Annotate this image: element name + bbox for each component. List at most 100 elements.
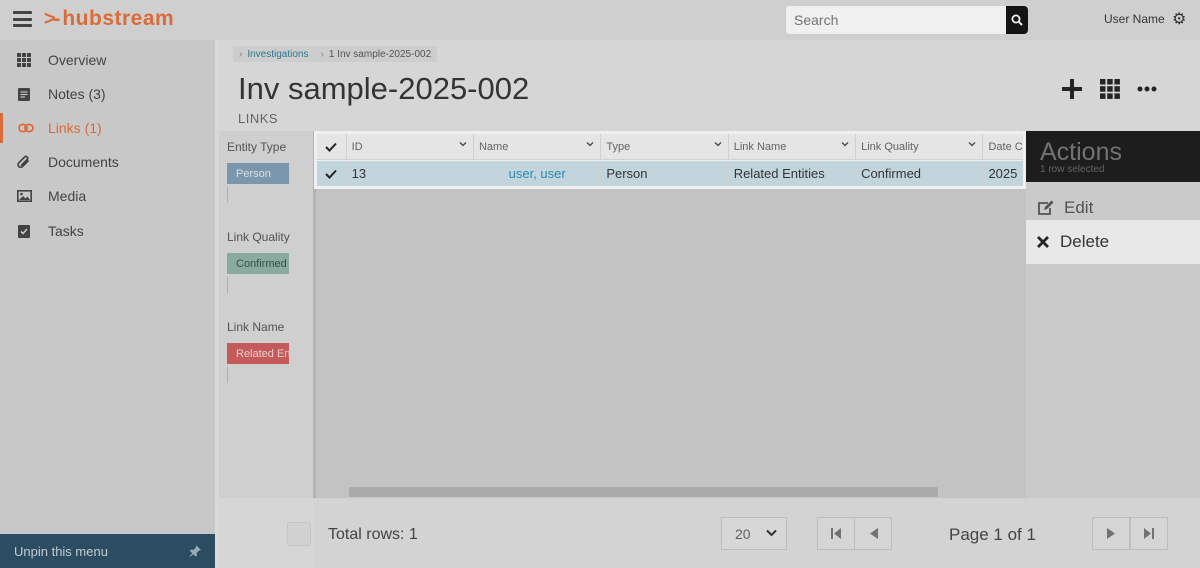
- chevron-down-icon: [586, 142, 594, 147]
- image-icon: [16, 190, 32, 202]
- sidebar-item-tasks[interactable]: Tasks: [0, 216, 215, 246]
- cell-name: user, user: [474, 161, 602, 186]
- grid-header-row: ID Name Type Link Name Link Quality Date…: [317, 134, 1023, 160]
- sidebar-item-label: Media: [48, 188, 87, 204]
- page-indicator: Page 1 of 1: [949, 525, 1036, 544]
- top-bar: >- hubstream User Name ⚙: [0, 0, 1200, 40]
- sidebar: Overview Notes (3) Links (1) Documents M…: [0, 40, 215, 568]
- cell-date: 2025: [988, 166, 1018, 181]
- grid-icon: [17, 53, 31, 67]
- filter-title-entity-type: Entity Type: [227, 140, 287, 154]
- sidebar-item-label: Overview: [48, 52, 107, 68]
- column-header-name[interactable]: Name: [474, 134, 602, 159]
- breadcrumb-label: Investigations: [247, 48, 309, 60]
- unpin-menu-button[interactable]: Unpin this menu: [0, 534, 215, 568]
- next-page-icon: [1106, 528, 1115, 539]
- more-icon[interactable]: [1137, 86, 1157, 92]
- sidebar-item-label: Links (1): [48, 120, 102, 136]
- last-page-icon: [1144, 528, 1154, 539]
- breadcrumb-item-investigations[interactable]: › Investigations: [233, 46, 315, 62]
- sidebar-item-notes[interactable]: Notes (3): [0, 79, 215, 109]
- sidebar-item-documents[interactable]: Documents: [0, 147, 215, 177]
- horizontal-scrollbar[interactable]: [349, 487, 938, 497]
- delete-button[interactable]: Delete: [1026, 220, 1200, 264]
- page-title: Inv sample-2025-002: [238, 71, 530, 106]
- column-header-link-quality[interactable]: Link Quality: [856, 134, 984, 159]
- logo-text: hubstream: [62, 7, 175, 30]
- paperclip-icon: [17, 155, 29, 168]
- sidebar-item-links[interactable]: Links (1): [0, 113, 215, 143]
- edit-label: Edit: [1064, 198, 1094, 217]
- table-row[interactable]: 13 user, user Person Related Entities Co…: [317, 161, 1023, 186]
- column-header-label: Type: [606, 140, 631, 153]
- column-header-label: Link Name: [733, 140, 787, 153]
- close-icon: [1037, 236, 1049, 248]
- filter-chip-link-name[interactable]: Related En: [227, 343, 289, 364]
- grid-view-icon[interactable]: [1100, 79, 1120, 99]
- sidebar-item-overview[interactable]: Overview: [0, 45, 215, 75]
- search-box: [786, 6, 1028, 34]
- cell-link-quality: Confirmed: [856, 161, 984, 186]
- cell-link-name: Related Entities: [729, 161, 857, 186]
- link-icon: [17, 123, 34, 133]
- chevron-down-icon: [459, 142, 467, 147]
- unpin-label: Unpin this menu: [14, 543, 108, 559]
- links-grid: ID Name Type Link Name Link Quality Date…: [314, 131, 1026, 189]
- sidebar-item-label: Tasks: [48, 223, 84, 239]
- filter-chip-link-quality[interactable]: Confirmed: [227, 253, 289, 274]
- select-all-checkbox[interactable]: [317, 134, 347, 159]
- chevron-down-icon: [766, 529, 777, 537]
- next-page-button[interactable]: [1092, 517, 1130, 550]
- notes-icon: [18, 87, 30, 101]
- chevron-right-icon: ›: [239, 48, 243, 60]
- actions-header: Actions 1 row selected: [1026, 131, 1200, 182]
- filter-title-link-quality: Link Quality: [227, 230, 290, 244]
- total-rows: Total rows: 1: [328, 526, 418, 543]
- chevron-down-icon: [841, 142, 849, 147]
- page-size-value: 20: [735, 525, 751, 542]
- column-header-label: ID: [351, 140, 363, 153]
- logo[interactable]: >- hubstream: [44, 7, 174, 31]
- column-header-id[interactable]: ID: [347, 134, 474, 159]
- first-page-button[interactable]: [817, 517, 855, 550]
- entity-link[interactable]: user, user: [509, 166, 566, 181]
- user-name[interactable]: User Name: [1104, 12, 1165, 26]
- menu-icon[interactable]: [13, 11, 32, 27]
- prev-page-icon: [869, 528, 878, 539]
- checkmark-icon: [325, 142, 338, 152]
- first-page-icon: [831, 528, 841, 539]
- gear-icon[interactable]: ⚙: [1172, 9, 1186, 29]
- breadcrumb: › Investigations › 1 Inv sample-2025-002: [233, 46, 438, 62]
- breadcrumb-label: 1 Inv sample-2025-002: [328, 48, 432, 60]
- column-header-date[interactable]: Date C: [983, 134, 1023, 159]
- logo-mark-icon: >-: [44, 7, 60, 30]
- pin-icon: [189, 545, 201, 557]
- sidebar-item-media[interactable]: Media: [0, 181, 215, 211]
- filter-divider: [227, 187, 228, 203]
- page-toolbar: [1061, 78, 1157, 100]
- prev-page-button[interactable]: [854, 517, 892, 550]
- column-header-label: Link Quality: [861, 140, 919, 153]
- cell-id: 13: [347, 161, 474, 186]
- checkmark-icon: [325, 169, 338, 179]
- filter-divider: [227, 277, 228, 293]
- collapse-filters-button[interactable]: [287, 522, 311, 546]
- actions-title: Actions: [1040, 138, 1122, 166]
- column-header-label: Date C: [988, 140, 1023, 153]
- search-button[interactable]: [1006, 6, 1028, 34]
- add-icon[interactable]: [1061, 78, 1083, 100]
- search-input[interactable]: [786, 6, 1006, 34]
- column-header-type[interactable]: Type: [601, 134, 729, 159]
- page-size-select[interactable]: 20: [721, 517, 787, 550]
- sidebar-item-label: Notes (3): [48, 86, 106, 102]
- last-page-button[interactable]: [1130, 517, 1168, 550]
- filter-chip-entity-type[interactable]: Person: [227, 163, 289, 184]
- row-checkbox[interactable]: [317, 161, 347, 186]
- sidebar-item-label: Documents: [48, 154, 119, 170]
- chevron-down-icon: [969, 142, 976, 147]
- breadcrumb-item-current: › 1 Inv sample-2025-002: [314, 46, 438, 62]
- column-header-link-name[interactable]: Link Name: [729, 134, 857, 159]
- edit-icon: [1038, 200, 1054, 215]
- page-subtitle: LINKS: [238, 111, 279, 126]
- task-icon: [18, 225, 30, 238]
